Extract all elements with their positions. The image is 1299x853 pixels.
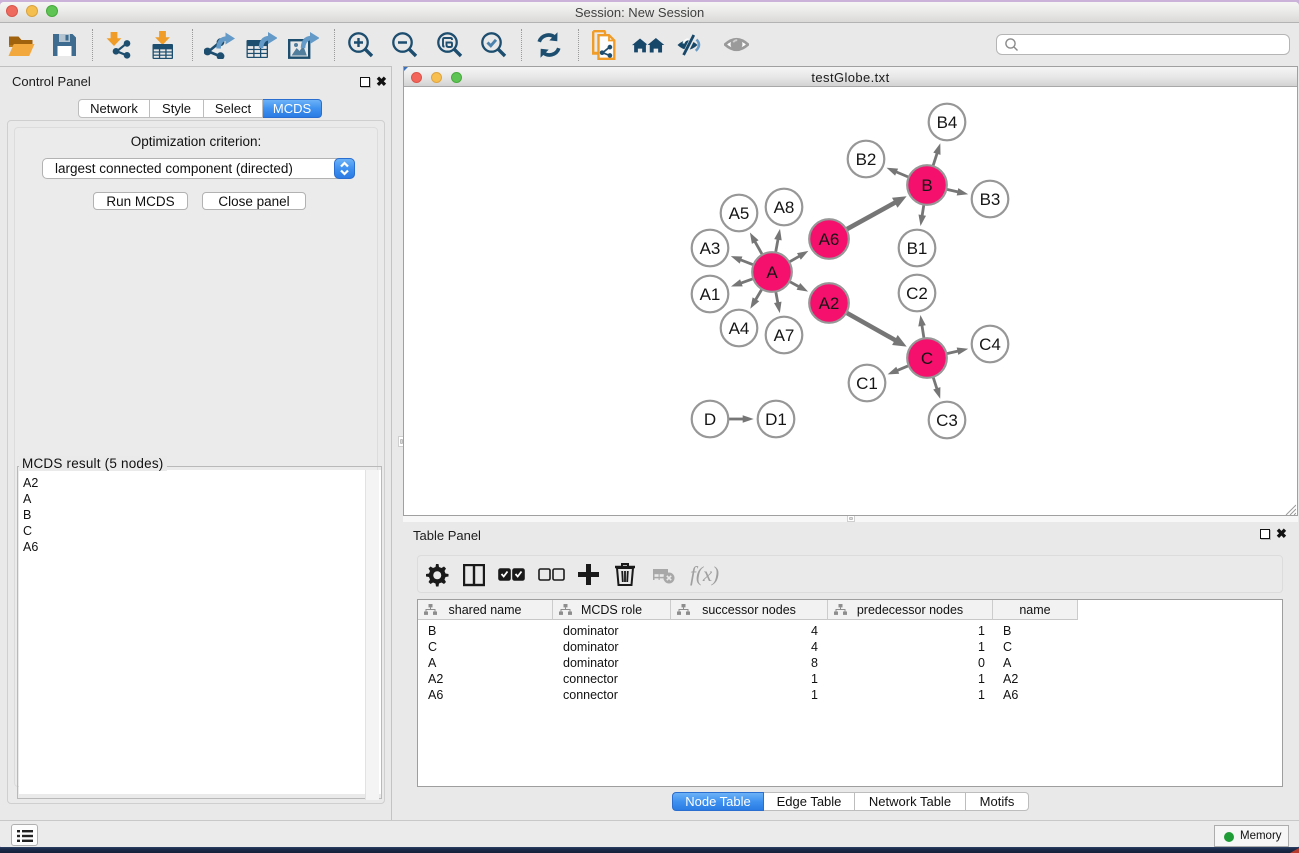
svg-text:A1: A1 <box>700 285 721 304</box>
svg-text:A7: A7 <box>774 326 795 345</box>
svg-text:A2: A2 <box>819 294 840 313</box>
svg-text:B3: B3 <box>980 190 1001 209</box>
svg-text:D: D <box>704 410 716 429</box>
svg-text:C2: C2 <box>906 284 928 303</box>
svg-text:B1: B1 <box>907 239 928 258</box>
svg-text:B: B <box>921 176 932 195</box>
svg-text:D1: D1 <box>765 410 787 429</box>
svg-text:A8: A8 <box>774 198 795 217</box>
svg-text:A5: A5 <box>729 204 750 223</box>
svg-text:B4: B4 <box>937 113 958 132</box>
svg-text:B2: B2 <box>856 150 877 169</box>
svg-text:A6: A6 <box>819 230 840 249</box>
svg-text:C1: C1 <box>856 374 878 393</box>
svg-text:A3: A3 <box>700 239 721 258</box>
svg-text:C3: C3 <box>936 411 958 430</box>
svg-text:C4: C4 <box>979 335 1001 354</box>
svg-text:A4: A4 <box>729 319 750 338</box>
svg-text:A: A <box>766 263 778 282</box>
svg-text:C: C <box>921 349 933 368</box>
